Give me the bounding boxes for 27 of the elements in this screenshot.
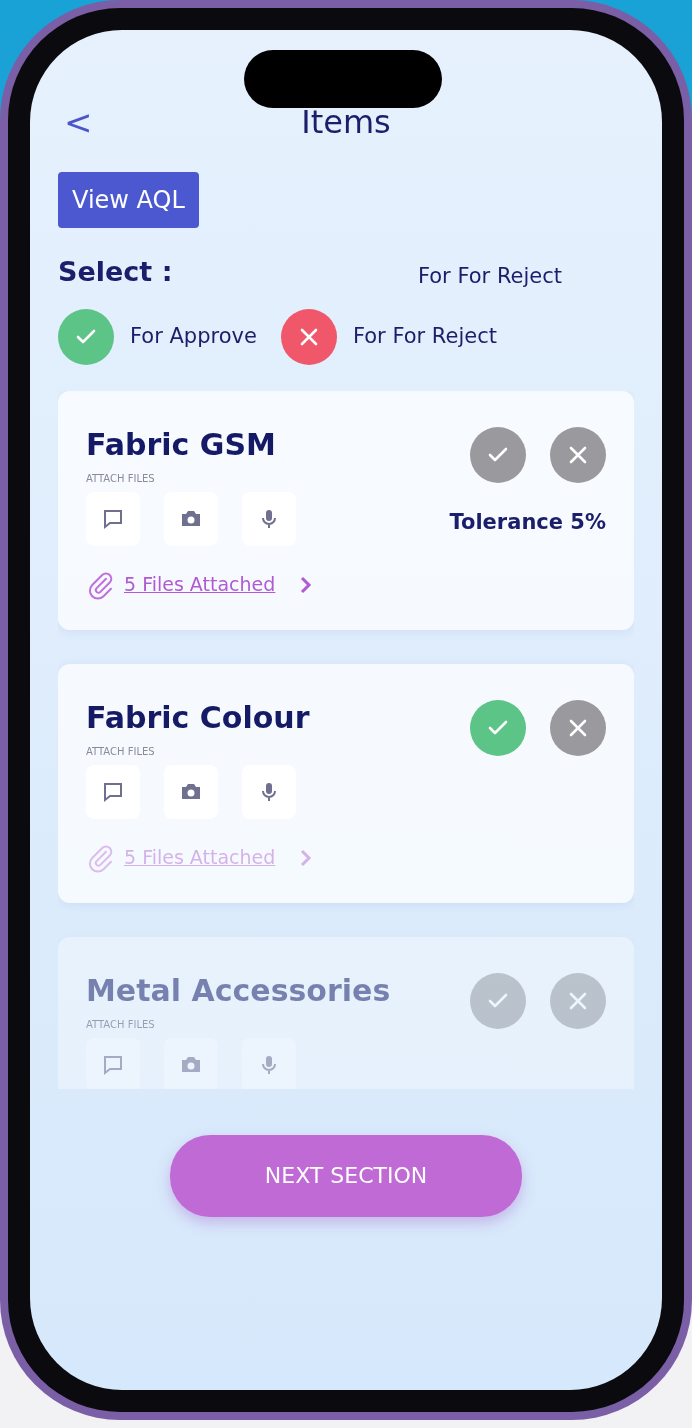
microphone-button[interactable] bbox=[242, 491, 296, 546]
comment-button[interactable] bbox=[86, 1037, 140, 1089]
select-label: Select : bbox=[58, 255, 173, 289]
camera-button[interactable] bbox=[164, 491, 218, 546]
attach-files-label: ATTACH FILES bbox=[86, 744, 156, 759]
legend-note: For For Reject bbox=[417, 263, 563, 290]
attach-files-label: ATTACH FILES bbox=[86, 471, 156, 486]
item-title: Metal Accessories bbox=[86, 972, 391, 1009]
chevron-right-icon bbox=[299, 847, 314, 868]
attach-files-label: ATTACH FILES bbox=[86, 1017, 156, 1032]
view-aql-button[interactable]: View AQL bbox=[58, 172, 199, 228]
legend-label: For For Reject bbox=[352, 322, 497, 350]
comment-button[interactable] bbox=[86, 764, 140, 819]
camera-button[interactable] bbox=[164, 764, 218, 819]
legend-label: For Approve bbox=[130, 322, 257, 350]
camera-button[interactable] bbox=[164, 1037, 218, 1089]
comment-button[interactable] bbox=[86, 491, 140, 546]
item-title: Fabric GSM bbox=[86, 426, 277, 463]
page-title: Items bbox=[300, 102, 392, 142]
next-section-button[interactable]: NEXT SECTION bbox=[170, 1134, 522, 1217]
files-attached-link[interactable]: 5 Files Attached bbox=[124, 570, 276, 599]
tolerance-label: Tolerance 5% bbox=[449, 508, 606, 536]
microphone-button[interactable] bbox=[242, 1037, 296, 1089]
item-title: Fabric Colour bbox=[86, 699, 310, 736]
microphone-button[interactable] bbox=[242, 764, 296, 819]
chevron-right-icon bbox=[299, 574, 314, 595]
back-button[interactable]: < bbox=[58, 105, 118, 139]
